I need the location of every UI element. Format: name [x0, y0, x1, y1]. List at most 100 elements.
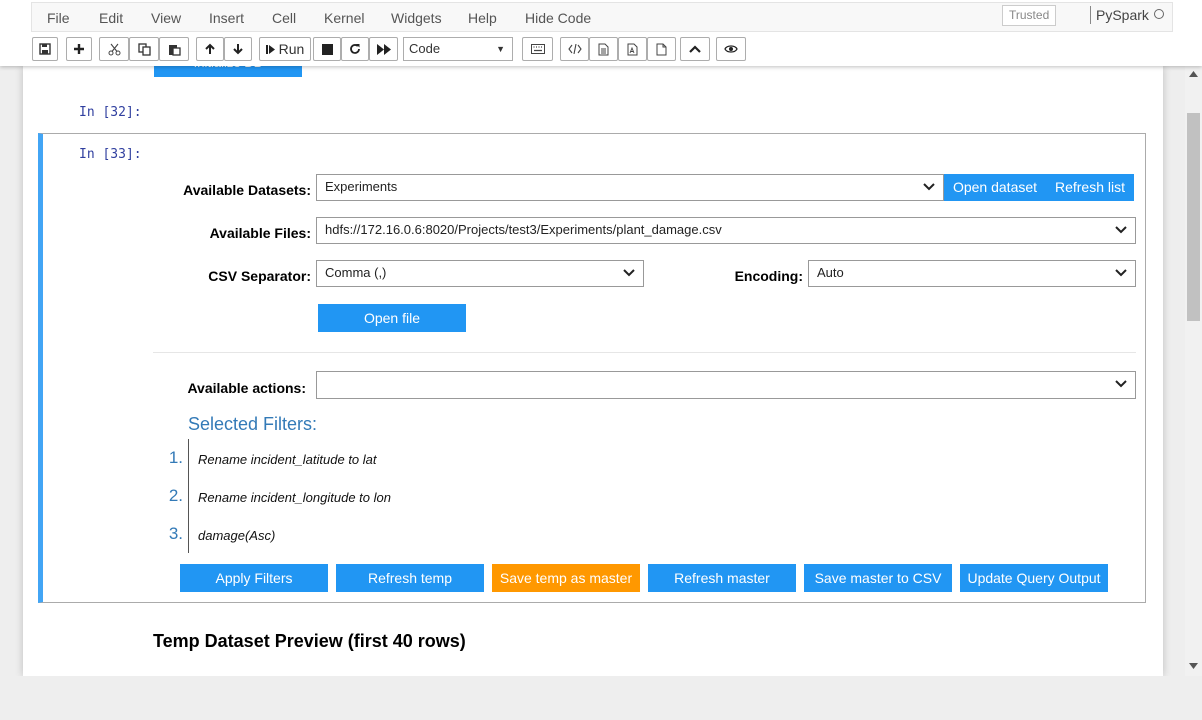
move-up-button[interactable] [196, 37, 224, 61]
save-button[interactable] [32, 37, 58, 61]
chevron-down-icon [1115, 269, 1127, 277]
divider [1090, 6, 1091, 24]
page-background [0, 676, 1202, 720]
files-value: hdfs://172.16.0.6:8020/Projects/test3/Ex… [325, 222, 722, 237]
apply-filters-button[interactable]: Apply Filters [180, 564, 328, 592]
caret-down-icon: ▼ [496, 44, 505, 54]
export-pdf-button[interactable] [618, 37, 647, 61]
cut-button[interactable] [99, 37, 129, 61]
export-document-button[interactable] [589, 37, 618, 61]
kernel-name[interactable]: PySpark [1096, 7, 1149, 23]
menu-kernel[interactable]: Kernel [324, 10, 364, 26]
collapse-button[interactable] [680, 37, 710, 61]
open-file-button[interactable]: Open file [318, 304, 466, 332]
filter-item[interactable]: Rename incident_longitude to lon [198, 490, 391, 505]
actions-label: Available actions: [187, 380, 306, 396]
paste-button[interactable] [159, 37, 189, 61]
fast-forward-icon [376, 43, 391, 55]
filter-number: 3. [168, 524, 183, 543]
selected-cell[interactable]: In [33]: Available Datasets: Experiments… [38, 133, 1146, 603]
run-label: Run [278, 41, 305, 57]
refresh-temp-button[interactable]: Refresh temp [336, 564, 484, 592]
filters-list-border [188, 439, 189, 553]
preview-heading: Temp Dataset Preview (first 40 rows) [153, 631, 466, 651]
restart-icon [350, 44, 360, 54]
scroll-up-icon[interactable] [1189, 71, 1198, 77]
run-icon [265, 44, 275, 54]
run-button[interactable]: Run [259, 37, 311, 61]
file-icon [656, 43, 667, 55]
open-dataset-button[interactable]: Open dataset [944, 174, 1046, 201]
command-palette-button[interactable] [522, 37, 553, 61]
plus-icon [74, 44, 84, 54]
scroll-down-icon[interactable] [1189, 663, 1198, 669]
paste-icon [168, 44, 181, 56]
copy-icon [137, 42, 151, 56]
menu-help[interactable]: Help [468, 10, 497, 26]
encoding-select[interactable]: Auto [808, 260, 1136, 287]
files-label: Available Files: [209, 225, 311, 241]
divider [153, 352, 1136, 353]
notebook-header: File Edit View Insert Cell Kernel Widget… [0, 0, 1202, 66]
eye-icon [724, 45, 738, 53]
cell-type-value: Code [409, 41, 441, 56]
move-down-button[interactable] [224, 37, 252, 61]
kernel-idle-icon [1154, 9, 1164, 19]
keyboard-icon [530, 44, 545, 54]
cell-prompt-33: In [33]: [79, 147, 142, 162]
filter-number: 1. [168, 448, 183, 467]
toggle-view-button[interactable] [716, 37, 746, 61]
code-icon [567, 44, 582, 54]
datasets-label: Available Datasets: [183, 182, 311, 198]
menu-view[interactable]: View [151, 10, 181, 26]
chevron-up-icon [689, 45, 701, 53]
menu-widgets[interactable]: Widgets [391, 10, 442, 26]
encoding-value: Auto [817, 265, 844, 280]
chevron-down-icon [1115, 226, 1127, 234]
chevron-down-icon [623, 269, 635, 277]
copy-button[interactable] [129, 37, 159, 61]
refresh-list-button[interactable]: Refresh list [1046, 174, 1134, 201]
separator-label: CSV Separator: [208, 268, 311, 284]
cell-type-select[interactable]: Code ▼ [403, 37, 513, 61]
filter-item[interactable]: Rename incident_latitude to lat [198, 452, 377, 467]
restart-run-all-button[interactable] [369, 37, 398, 61]
cell-prompt-32: In [32]: [79, 105, 142, 120]
restart-button[interactable] [341, 37, 369, 61]
chevron-down-icon [1115, 380, 1127, 388]
update-query-output-button[interactable]: Update Query Output [960, 564, 1108, 592]
files-select[interactable]: hdfs://172.16.0.6:8020/Projects/test3/Ex… [316, 217, 1136, 244]
separator-select[interactable]: Comma (,) [316, 260, 644, 287]
notebook-container: Initialize DB In [32]: In [33]: Availabl… [23, 66, 1163, 676]
menu-edit[interactable]: Edit [99, 10, 123, 26]
refresh-master-button[interactable]: Refresh master [648, 564, 796, 592]
arrow-down-icon [233, 44, 243, 55]
datasets-select[interactable]: Experiments [316, 174, 944, 201]
filter-number: 2. [168, 486, 183, 505]
document-icon [598, 43, 609, 55]
menu-hide-code[interactable]: Hide Code [525, 10, 591, 26]
save-icon [39, 43, 51, 55]
separator-value: Comma (,) [325, 265, 387, 280]
trusted-indicator[interactable]: Trusted [1002, 5, 1057, 26]
export-file-button[interactable] [647, 37, 676, 61]
datasets-value: Experiments [325, 179, 398, 194]
menu-insert[interactable]: Insert [209, 10, 244, 26]
scrollbar-thumb[interactable] [1187, 113, 1200, 321]
initialize-db-button[interactable]: Initialize DB [154, 66, 302, 77]
save-master-to-csv-button[interactable]: Save master to CSV [804, 564, 952, 592]
menu-file[interactable]: File [47, 10, 70, 26]
arrow-up-icon [205, 43, 215, 54]
menu-cell[interactable]: Cell [272, 10, 296, 26]
chevron-down-icon [923, 183, 935, 191]
insert-cell-button[interactable] [66, 37, 92, 61]
interrupt-button[interactable] [313, 37, 341, 61]
save-temp-as-master-button[interactable]: Save temp as master [492, 564, 640, 592]
pdf-icon [627, 43, 638, 55]
filters-title: Selected Filters: [188, 414, 318, 434]
filter-item[interactable]: damage(Asc) [198, 528, 275, 543]
cut-icon [108, 43, 120, 55]
encoding-label: Encoding: [734, 268, 803, 284]
toggle-code-button[interactable] [560, 37, 589, 61]
actions-select[interactable] [316, 371, 1136, 399]
